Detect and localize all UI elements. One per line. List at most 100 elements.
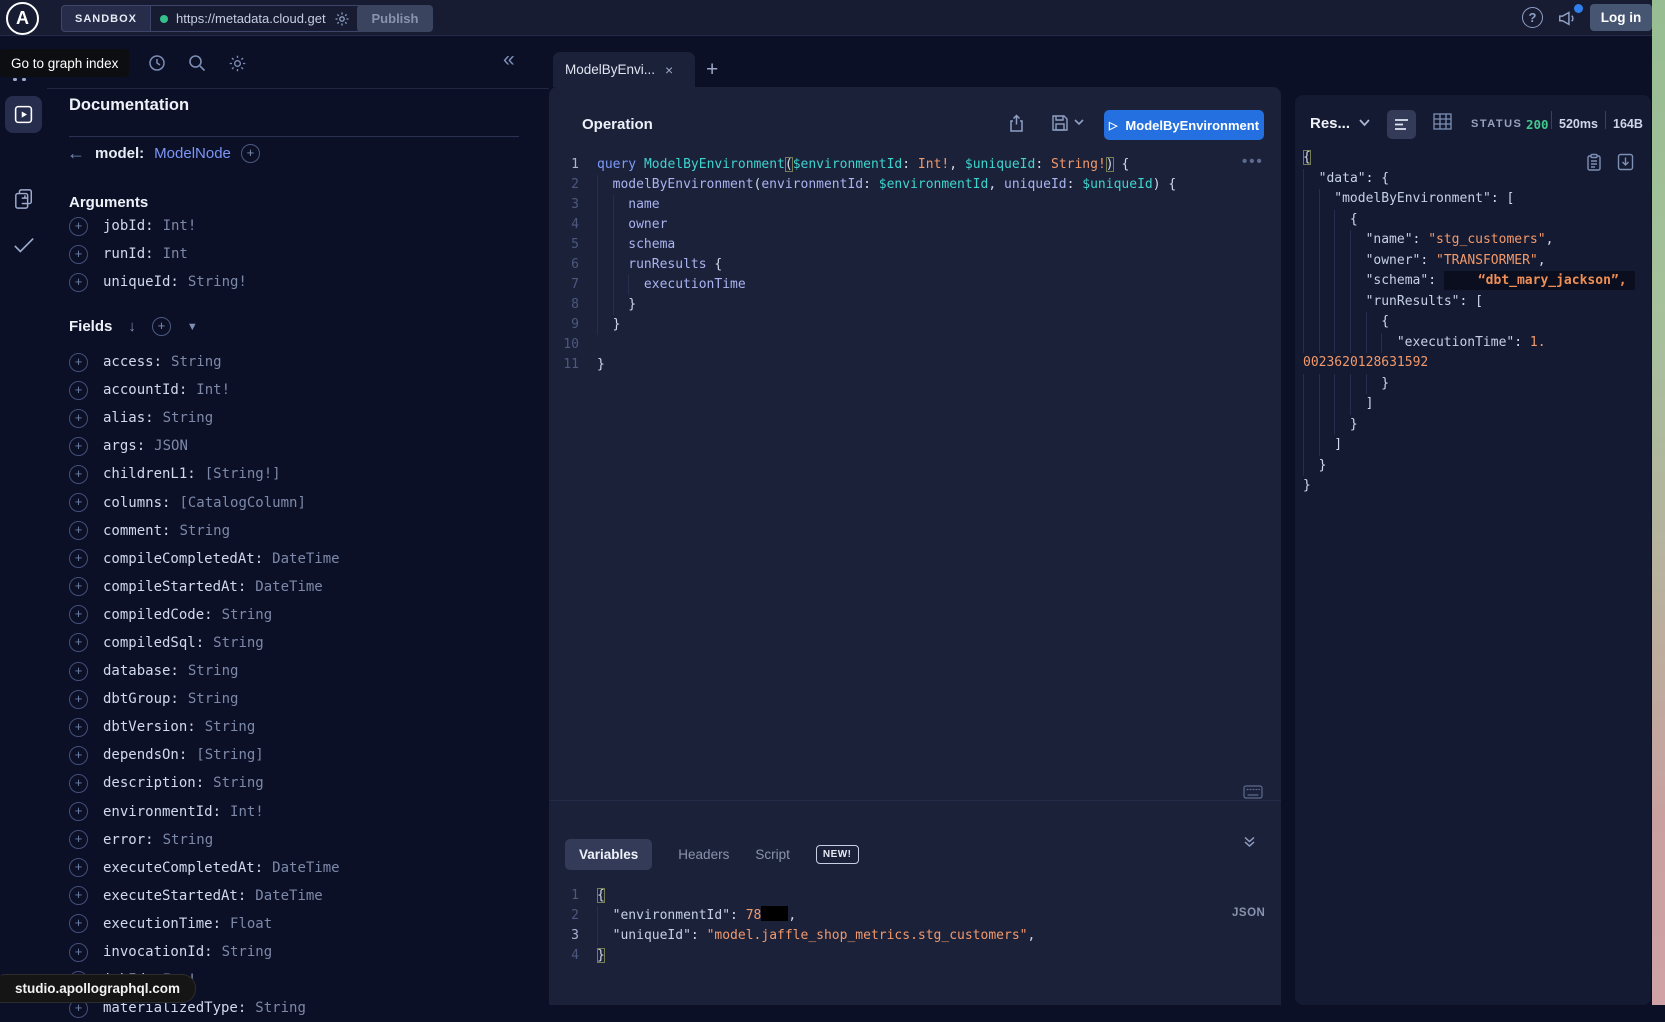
response-json-viewer[interactable]: {"data": {"modelByEnvironment": [{"name"… bbox=[1303, 148, 1643, 497]
collapse-panel-icon[interactable]: « bbox=[503, 48, 515, 72]
code-line[interactable]: } bbox=[1303, 456, 1643, 477]
code-line[interactable]: } bbox=[1303, 476, 1643, 497]
code-line[interactable]: 1query ModelByEnvironment($environmentId… bbox=[549, 155, 1281, 175]
connection-settings-gear-icon[interactable] bbox=[334, 11, 350, 27]
schema-field-row[interactable]: +compileStartedAt:DateTime bbox=[69, 573, 539, 601]
code-line[interactable]: "modelByEnvironment": [ bbox=[1303, 189, 1643, 210]
code-line[interactable]: "executionTime": 1. bbox=[1303, 333, 1643, 354]
code-line[interactable]: "name": "stg_customers", bbox=[1303, 230, 1643, 251]
add-to-query-icon[interactable]: + bbox=[69, 605, 88, 624]
add-to-query-icon[interactable]: + bbox=[69, 858, 88, 877]
add-to-query-icon[interactable]: + bbox=[69, 549, 88, 568]
add-to-query-icon[interactable]: + bbox=[69, 245, 88, 264]
schema-field-row[interactable]: +compileCompletedAt:DateTime bbox=[69, 545, 539, 573]
variables-editor[interactable]: 1{2"environmentId": 78,3"uniqueId": "mod… bbox=[549, 886, 1281, 966]
code-line[interactable]: } bbox=[1303, 415, 1643, 436]
type-link[interactable]: ModelNode bbox=[154, 145, 231, 162]
add-to-query-icon[interactable]: + bbox=[69, 943, 88, 962]
code-line[interactable]: 6runResults { bbox=[549, 255, 1281, 275]
schema-field-row[interactable]: +invocationId:String bbox=[69, 938, 539, 966]
add-to-query-icon[interactable]: + bbox=[69, 273, 88, 292]
code-line[interactable]: 3"uniqueId": "model.jaffle_shop_metrics.… bbox=[549, 926, 1281, 946]
schema-field-row[interactable]: +dependsOn:[String] bbox=[69, 741, 539, 769]
code-line[interactable]: "data": { bbox=[1303, 169, 1643, 190]
add-to-query-icon[interactable]: + bbox=[69, 886, 88, 905]
code-line[interactable]: 2modelByEnvironment(environmentId: $envi… bbox=[549, 175, 1281, 195]
raw-view-toggle[interactable] bbox=[1387, 110, 1416, 139]
schema-field-row[interactable]: +error:String bbox=[69, 826, 539, 854]
schema-field-row[interactable]: +comment:String bbox=[69, 517, 539, 545]
schema-field-row[interactable]: +access:String bbox=[69, 348, 539, 376]
save-icon[interactable] bbox=[1051, 114, 1069, 132]
code-line[interactable]: 7executionTime bbox=[549, 275, 1281, 295]
new-tab-button[interactable]: + bbox=[706, 58, 718, 82]
add-to-query-icon[interactable]: + bbox=[69, 746, 88, 765]
add-to-query-icon[interactable]: + bbox=[69, 217, 88, 236]
schema-field-row[interactable]: +columns:[CatalogColumn] bbox=[69, 488, 539, 516]
announcements-button[interactable] bbox=[1557, 7, 1581, 29]
schema-field-row[interactable]: +executeCompletedAt:DateTime bbox=[69, 854, 539, 882]
save-dropdown-chevron-icon[interactable] bbox=[1074, 119, 1084, 126]
schema-field-row[interactable]: +executeStartedAt:DateTime bbox=[69, 882, 539, 910]
back-arrow-icon[interactable]: ← bbox=[67, 143, 85, 163]
code-line[interactable]: ] bbox=[1303, 394, 1643, 415]
code-line[interactable]: 1{ bbox=[549, 886, 1281, 906]
tab-script[interactable]: Script bbox=[755, 847, 790, 862]
add-to-query-icon[interactable]: + bbox=[69, 437, 88, 456]
code-line[interactable]: { bbox=[1303, 312, 1643, 333]
sort-arrow-icon[interactable]: ↓ bbox=[128, 318, 136, 335]
code-line[interactable]: 3name bbox=[549, 195, 1281, 215]
add-to-query-icon[interactable]: + bbox=[69, 718, 88, 737]
table-view-toggle[interactable] bbox=[1433, 113, 1452, 130]
schema-field-row[interactable]: +compiledSql:String bbox=[69, 629, 539, 657]
schema-field-row[interactable]: +childrenL1:[String!] bbox=[69, 460, 539, 488]
code-line[interactable]: 8} bbox=[549, 295, 1281, 315]
sidebar-item-explorer[interactable] bbox=[5, 96, 42, 133]
add-to-query-icon[interactable]: + bbox=[69, 802, 88, 821]
search-icon[interactable] bbox=[188, 54, 206, 72]
add-to-query-icon[interactable]: + bbox=[69, 465, 88, 484]
sidebar-item-schema-diff[interactable] bbox=[14, 188, 34, 210]
add-to-query-icon[interactable]: + bbox=[69, 662, 88, 681]
apollo-logo[interactable]: A bbox=[6, 2, 39, 35]
code-line[interactable]: "schema": “dbt_mary_jackson”, bbox=[1303, 271, 1643, 292]
add-field-icon[interactable]: + bbox=[241, 144, 260, 163]
schema-field-row[interactable]: +jobId:Int! bbox=[69, 212, 539, 240]
code-line[interactable]: "runResults": [ bbox=[1303, 292, 1643, 313]
add-to-query-icon[interactable]: + bbox=[69, 521, 88, 540]
add-to-query-icon[interactable]: + bbox=[69, 493, 88, 512]
collapse-variables-icon[interactable] bbox=[1243, 835, 1256, 848]
tab-headers[interactable]: Headers bbox=[678, 847, 729, 862]
schema-field-row[interactable]: +dbtVersion:String bbox=[69, 713, 539, 741]
keyboard-shortcuts-icon[interactable] bbox=[1243, 785, 1263, 799]
code-line[interactable]: "owner": "TRANSFORMER", bbox=[1303, 251, 1643, 272]
schema-field-row[interactable]: +args:JSON bbox=[69, 432, 539, 460]
endpoint-url-input[interactable]: https://metadata.cloud.get bbox=[151, 5, 371, 32]
settings-gear-icon[interactable] bbox=[228, 54, 247, 73]
graphql-editor[interactable]: 1query ModelByEnvironment($environmentId… bbox=[549, 155, 1281, 375]
schema-field-row[interactable]: +database:String bbox=[69, 657, 539, 685]
history-icon[interactable] bbox=[148, 54, 166, 72]
code-line[interactable]: 5schema bbox=[549, 235, 1281, 255]
code-line[interactable]: 4owner bbox=[549, 215, 1281, 235]
code-line[interactable]: 0023620128631592 bbox=[1303, 353, 1643, 374]
response-dropdown-chevron-icon[interactable] bbox=[1359, 119, 1370, 127]
code-line[interactable]: } bbox=[1303, 374, 1643, 395]
schema-field-row[interactable]: +description:String bbox=[69, 769, 539, 797]
add-to-query-icon[interactable]: + bbox=[69, 353, 88, 372]
share-icon[interactable] bbox=[1008, 114, 1025, 133]
add-all-fields-icon[interactable]: + bbox=[152, 317, 171, 336]
code-line[interactable]: ] bbox=[1303, 435, 1643, 456]
run-operation-button[interactable]: ▷ ModelByEnvironment bbox=[1104, 110, 1264, 140]
code-line[interactable]: 11} bbox=[549, 355, 1281, 375]
tab-variables[interactable]: Variables bbox=[565, 839, 652, 870]
add-to-query-icon[interactable]: + bbox=[69, 381, 88, 400]
code-line[interactable]: 4} bbox=[549, 946, 1281, 966]
add-to-query-icon[interactable]: + bbox=[69, 409, 88, 428]
help-icon[interactable]: ? bbox=[1522, 7, 1543, 28]
add-to-query-icon[interactable]: + bbox=[69, 830, 88, 849]
code-line[interactable]: 2"environmentId": 78, bbox=[549, 906, 1281, 926]
schema-field-row[interactable]: +alias:String bbox=[69, 404, 539, 432]
schema-field-row[interactable]: +runId:Int bbox=[69, 240, 539, 268]
add-to-query-icon[interactable]: + bbox=[69, 633, 88, 652]
